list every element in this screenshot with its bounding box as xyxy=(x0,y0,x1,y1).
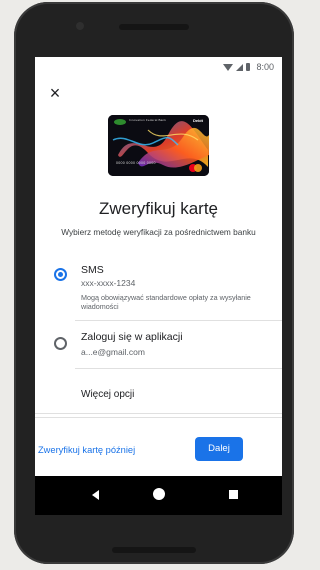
earpiece-speaker xyxy=(119,24,189,30)
page-title: Zweryfikuj kartę xyxy=(98,199,219,218)
footer-divider xyxy=(35,413,282,414)
signal-icon xyxy=(236,63,244,71)
battery-icon xyxy=(246,63,251,71)
option-email: a...e@gmail.com xyxy=(81,347,145,357)
card-image: Innovation Federal Bank Debit 0000 0000 … xyxy=(108,115,209,176)
option-title: SMS xyxy=(81,264,104,276)
sms-radio-button[interactable] xyxy=(54,268,67,281)
phone-screen: 8:00 × Innovation Federal Bank Debit 000… xyxy=(35,57,282,515)
bottom-speaker xyxy=(112,547,196,553)
status-time: 8:00 xyxy=(256,62,274,72)
option-divider xyxy=(75,320,282,321)
front-camera xyxy=(76,22,84,30)
app-radio-button[interactable] xyxy=(54,337,67,350)
next-button[interactable]: Dalej xyxy=(195,437,243,461)
close-icon[interactable]: × xyxy=(47,84,63,102)
footer-divider xyxy=(35,417,282,418)
option-note: Mogą obowiązywać standardowe opłaty za w… xyxy=(81,293,251,311)
option-phone-number: xxx-xxxx-1234 xyxy=(81,278,136,288)
wifi-icon xyxy=(223,63,234,71)
verify-later-button[interactable]: Zweryfikuj kartę później xyxy=(38,445,135,455)
card-number: 0000 0000 0000 0000 xyxy=(116,161,156,165)
mastercard-logo-icon xyxy=(189,164,203,172)
bank-logo xyxy=(114,119,126,125)
status-icons: 8:00 xyxy=(223,62,274,72)
page-subtitle: Wybierz metodę weryfikacji za pośrednict… xyxy=(61,227,256,237)
status-bar: 8:00 xyxy=(35,57,282,79)
option-divider xyxy=(75,368,282,369)
home-circle-icon[interactable] xyxy=(153,488,165,500)
option-title: Zaloguj się w aplikacji xyxy=(81,331,183,343)
back-triangle-icon[interactable] xyxy=(92,490,99,500)
navigation-bar xyxy=(35,476,282,515)
card-type-label: Debit xyxy=(193,118,203,123)
more-options-link[interactable]: Więcej opcji xyxy=(81,389,134,400)
card-bank-name: Innovation Federal Bank xyxy=(129,118,167,122)
recents-square-icon[interactable] xyxy=(229,490,238,499)
